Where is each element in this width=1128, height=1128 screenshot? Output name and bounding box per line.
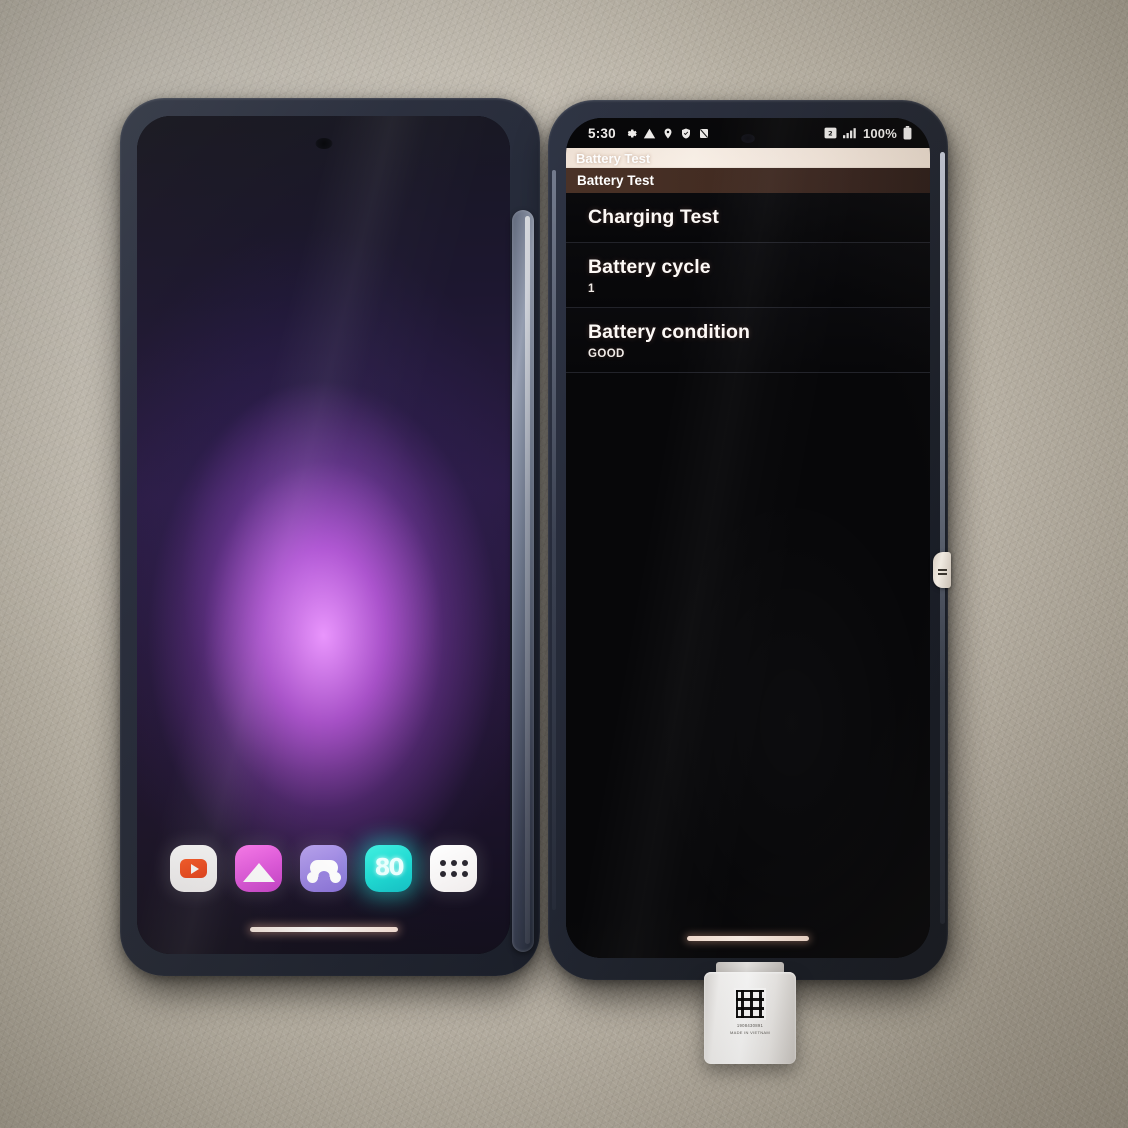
list-item-battery-condition[interactable]: Battery condition GOOD <box>566 308 930 373</box>
games-icon[interactable] <box>300 845 347 892</box>
right-phone-frame-highlight-left <box>552 170 556 910</box>
left-phone-display[interactable]: 80 <box>137 116 510 954</box>
app-title-bar: Battery Test <box>566 168 930 193</box>
settings-gear-icon <box>624 127 637 140</box>
list-item-battery-cycle[interactable]: Battery cycle 1 <box>566 243 930 308</box>
battery-full-icon <box>903 126 912 140</box>
app-title-label: Battery Test <box>577 173 655 188</box>
left-home-gesture-bar[interactable] <box>249 927 398 932</box>
status-clock: 5:30 <box>588 125 616 141</box>
front-camera-icon <box>315 138 332 149</box>
right-phone-display[interactable]: 5:30 2 100% Battery Test Battery Test Ch… <box>566 118 930 958</box>
app-80-label: 80 <box>374 855 404 881</box>
app-drawer-dots <box>439 860 468 877</box>
wallpaper <box>137 116 510 954</box>
datamatrix-code <box>734 988 766 1020</box>
youtube-play-glyph <box>180 859 207 878</box>
right-phone-frame-highlight <box>940 152 945 924</box>
gallery-mountain-glyph <box>242 863 275 882</box>
front-camera-icon <box>741 134 755 143</box>
gallery-icon[interactable] <box>235 845 282 892</box>
adapter-label-face: 1908430891 MADE IN VIETNAM <box>718 985 782 1051</box>
dual-sim-icon: 2 <box>824 127 837 139</box>
warning-triangle-icon <box>643 127 656 140</box>
photo-scene: 80 5:30 2 100% Battery Test Battery Test… <box>0 0 1128 1128</box>
location-pin-icon <box>662 127 674 140</box>
home-dock: 80 <box>137 845 510 892</box>
status-bar: 5:30 2 100% <box>566 118 930 148</box>
youtube-icon[interactable] <box>170 845 217 892</box>
list-item-value: 1 <box>588 283 595 295</box>
battery-test-list: Charging Test Battery cycle 1 Battery co… <box>566 193 930 958</box>
app-title-ghost-bar: Battery Test <box>566 148 930 168</box>
list-item-charging-test[interactable]: Charging Test <box>566 193 930 243</box>
list-item-title: Charging Test <box>588 206 719 228</box>
app-title-ghost-label: Battery Test <box>576 150 651 166</box>
left-phone[interactable]: 80 <box>120 98 540 976</box>
app-80-icon[interactable]: 80 <box>365 845 412 892</box>
list-item-title: Battery condition <box>588 321 751 343</box>
adapter-serial-text: 1908430891 <box>736 1023 764 1028</box>
status-bar-left: 5:30 <box>588 126 710 141</box>
edge-sticker-tab[interactable] <box>933 552 951 588</box>
left-phone-side-rail <box>512 210 534 952</box>
battery-percent-label: 100% <box>862 125 897 141</box>
right-phone[interactable]: 5:30 2 100% Battery Test Battery Test Ch… <box>548 100 951 980</box>
svg-text:2: 2 <box>828 130 833 138</box>
battery-test-app: 5:30 2 100% Battery Test Battery Test Ch… <box>566 118 930 958</box>
edge-tab-lines <box>937 569 947 571</box>
usb-c-adapter[interactable]: 1908430891 MADE IN VIETNAM <box>696 962 808 1072</box>
right-home-gesture-bar[interactable] <box>687 936 809 941</box>
status-bar-right: 2 100% <box>824 126 912 141</box>
list-item-title: Battery cycle <box>588 256 711 278</box>
gamepad-notch <box>318 871 329 880</box>
shield-check-icon <box>680 127 692 140</box>
sync-disabled-icon <box>698 127 710 140</box>
app-drawer-icon[interactable] <box>430 845 477 892</box>
left-phone-screen: 80 <box>137 116 510 954</box>
list-item-value: GOOD <box>588 348 625 360</box>
signal-bars-icon <box>842 127 857 139</box>
left-phone-rail-highlight <box>525 216 530 944</box>
adapter-origin-text: MADE IN VIETNAM <box>729 1030 771 1035</box>
